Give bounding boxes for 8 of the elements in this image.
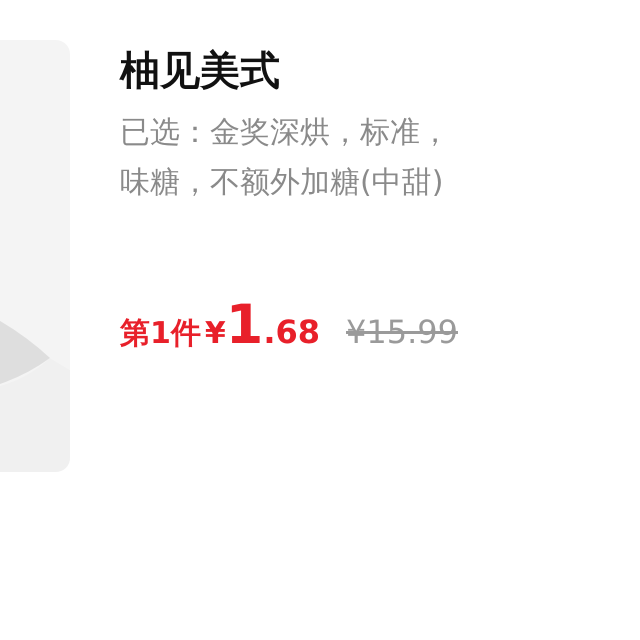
price-label: 第1件 xyxy=(120,315,201,353)
price-integer: 1 xyxy=(226,298,264,352)
original-price: ¥15.99 xyxy=(346,312,458,353)
price-decimal: .68 xyxy=(263,312,320,353)
selected-options: 味糖，不额外加糖(中甜) xyxy=(120,158,458,208)
selected-options: 已选：金奖深烘，标准， xyxy=(120,108,458,158)
currency-symbol: ¥ xyxy=(204,315,226,353)
product-title: 柚见美式 xyxy=(120,47,281,96)
